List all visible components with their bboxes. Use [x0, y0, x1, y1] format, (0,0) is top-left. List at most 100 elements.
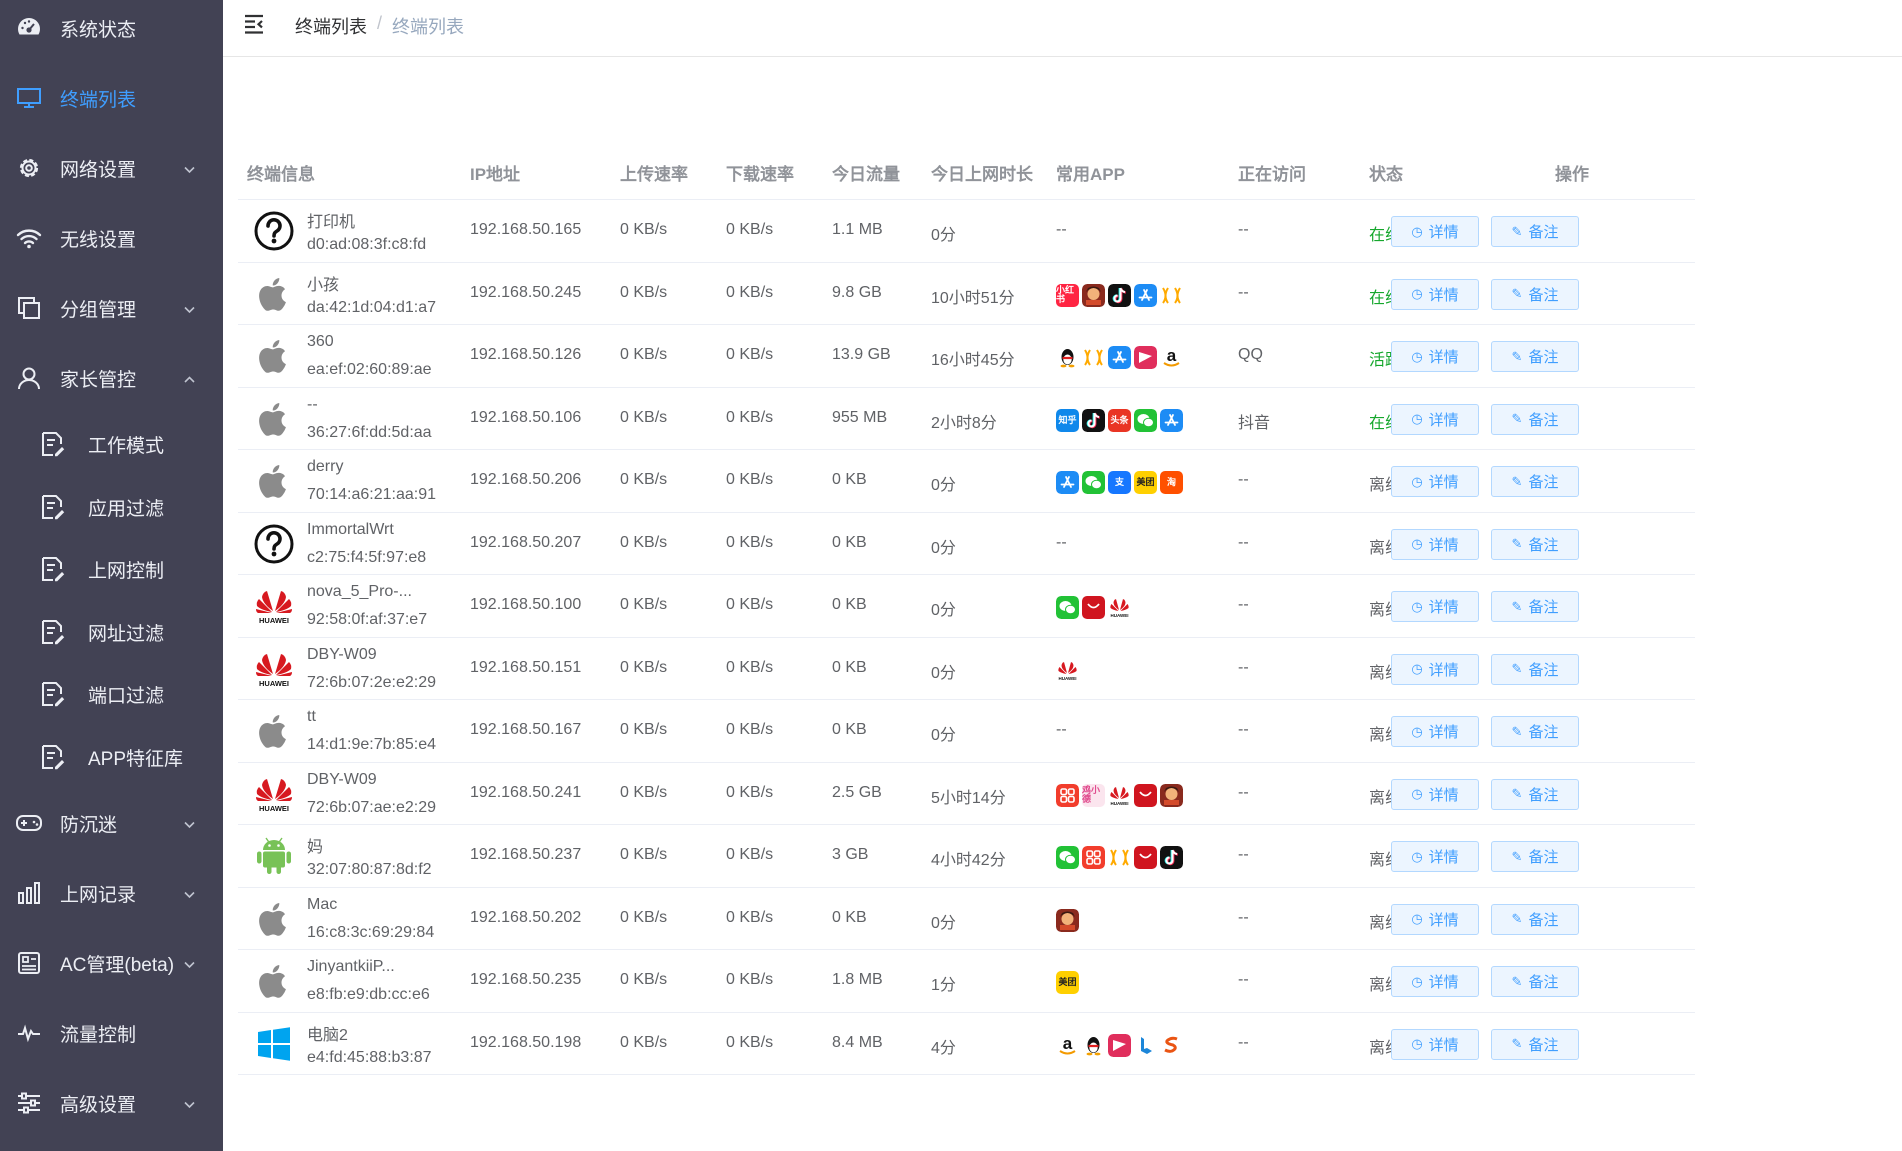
today-traffic: 9.8 GB: [832, 283, 882, 301]
clock-icon: ◷: [1411, 536, 1423, 551]
note-button-label: 备注: [1528, 724, 1559, 741]
sidebar-item-10[interactable]: 端口过滤: [0, 674, 223, 714]
detail-button-label: 详情: [1428, 724, 1459, 741]
svg-text:HUAWEI: HUAWEI: [259, 616, 289, 625]
sidebar-item-label: AC管理(beta): [60, 954, 175, 976]
note-button[interactable]: ✎ 备注: [1491, 591, 1579, 622]
kuaishou-icon: [1108, 846, 1131, 869]
detail-button[interactable]: ◷ 详情: [1391, 716, 1479, 747]
vmall-icon: [1082, 596, 1105, 619]
detail-button[interactable]: ◷ 详情: [1391, 653, 1479, 685]
table-row: ImmortalWrt c2:75:f4:5f:97:e8 192.168.50.2…: [238, 513, 1695, 575]
wechat-icon: [1082, 471, 1105, 494]
detail-button[interactable]: ◷ 详情: [1391, 903, 1479, 935]
note-button-label: 备注: [1528, 911, 1559, 929]
sidebar-item-15[interactable]: 流量控制: [0, 1013, 223, 1053]
note-button[interactable]: ✎ 备注: [1491, 403, 1579, 435]
col-visiting: 正在访问: [1238, 165, 1306, 184]
app-list: a: [1056, 346, 1183, 369]
edit-icon: ✎: [1511, 786, 1523, 801]
sidebar-item-12[interactable]: 防沉迷: [0, 803, 223, 843]
detail-button[interactable]: ◷ 详情: [1391, 591, 1479, 622]
detail-button[interactable]: ◷ 详情: [1391, 528, 1479, 560]
sidebar-item-label: 流量控制: [60, 1024, 137, 1046]
amazon-icon: a: [1160, 346, 1183, 369]
sidebar-item-13[interactable]: 上网记录: [0, 873, 223, 913]
clock-icon: ◷: [1411, 911, 1423, 926]
detail-button[interactable]: ◷ 详情: [1391, 841, 1479, 872]
note-button[interactable]: ✎ 备注: [1491, 716, 1579, 747]
appstore-icon: [1056, 471, 1079, 494]
document-edit-icon: [38, 679, 68, 709]
sidebar-item-9[interactable]: 网址过滤: [0, 612, 223, 652]
copy-icon: [14, 293, 44, 323]
visiting: --: [1238, 596, 1249, 613]
detail-button[interactable]: ◷ 详情: [1391, 778, 1479, 810]
breadcrumb-parent[interactable]: 终端列表: [295, 13, 367, 39]
detail-button-label: 详情: [1428, 536, 1459, 554]
detail-button-label: 详情: [1428, 286, 1459, 304]
note-button[interactable]: ✎ 备注: [1491, 1028, 1579, 1060]
note-button[interactable]: ✎ 备注: [1491, 778, 1579, 810]
clock-icon: ◷: [1411, 411, 1423, 426]
note-button[interactable]: ✎ 备注: [1491, 653, 1579, 685]
upload-rate: 0 KB/s: [620, 721, 668, 738]
today-traffic: 8.4 MB: [832, 1033, 883, 1051]
ip-address: 192.168.50.106: [470, 408, 582, 426]
app-list: 小红书: [1056, 283, 1183, 307]
note-button[interactable]: ✎ 备注: [1491, 341, 1579, 372]
ip-address: 192.168.50.198: [470, 1033, 582, 1051]
online-time: 0分: [931, 727, 956, 744]
ip-address: 192.168.50.100: [470, 596, 582, 613]
menu-fold-icon[interactable]: [243, 13, 267, 35]
detail-button[interactable]: ◷ 详情: [1391, 466, 1479, 497]
appstore-icon: [1108, 346, 1131, 369]
visiting: --: [1238, 846, 1249, 863]
taobao-icon: 淘: [1160, 471, 1183, 494]
user-icon: [14, 363, 44, 393]
app-list: 支美团淘: [1056, 471, 1183, 494]
note-button[interactable]: ✎ 备注: [1491, 903, 1579, 935]
sidebar-item-11[interactable]: APP特征库: [0, 737, 223, 777]
sidebar: 系统状态终端列表网络设置无线设置分组管理家长管控工作模式应用过滤上网控制网址过滤…: [0, 0, 223, 1151]
detail-button[interactable]: ◷ 详情: [1391, 278, 1479, 310]
note-button-label: 备注: [1528, 474, 1559, 491]
ip-address: 192.168.50.237: [470, 846, 582, 863]
detail-button[interactable]: ◷ 详情: [1391, 403, 1479, 435]
detail-button-label: 详情: [1428, 224, 1459, 241]
download-rate: 0 KB/s: [726, 408, 774, 426]
sidebar-item-2[interactable]: 网络设置: [0, 148, 223, 188]
detail-button[interactable]: ◷ 详情: [1391, 216, 1479, 247]
chevron-down-icon: [183, 1095, 196, 1109]
note-button[interactable]: ✎ 备注: [1491, 966, 1579, 997]
device-name: derry: [307, 458, 344, 475]
device-name: 打印机: [307, 214, 356, 231]
sidebar-item-14[interactable]: AC管理(beta): [0, 943, 223, 983]
note-button[interactable]: ✎ 备注: [1491, 216, 1579, 247]
sidebar-item-4[interactable]: 分组管理: [0, 288, 223, 328]
sidebar-item-16[interactable]: 高级设置: [0, 1083, 223, 1123]
sidebar-item-8[interactable]: 上网控制: [0, 549, 223, 589]
sidebar-item-0[interactable]: 系统状态: [0, 8, 223, 48]
sidebar-item-1[interactable]: 终端列表: [0, 78, 223, 118]
note-button[interactable]: ✎ 备注: [1491, 841, 1579, 872]
sidebar-item-6[interactable]: 工作模式: [0, 424, 223, 464]
device-name: DBY-W09: [307, 770, 377, 788]
xiaohongshu-icon: 小红书: [1056, 283, 1079, 307]
detail-button[interactable]: ◷ 详情: [1391, 966, 1479, 997]
detail-button[interactable]: ◷ 详情: [1391, 341, 1479, 372]
sidebar-item-3[interactable]: 无线设置: [0, 218, 223, 258]
online-time: 0分: [931, 227, 956, 244]
detail-button-label: 详情: [1428, 786, 1459, 804]
note-button[interactable]: ✎ 备注: [1491, 528, 1579, 560]
note-button[interactable]: ✎ 备注: [1491, 278, 1579, 310]
sidebar-item-5[interactable]: 家长管控: [0, 358, 223, 398]
detail-button[interactable]: ◷ 详情: [1391, 1028, 1479, 1060]
device-name: 妈: [307, 839, 324, 856]
clock-icon: ◷: [1411, 473, 1423, 489]
sidebar-item-7[interactable]: 应用过滤: [0, 487, 223, 527]
note-button-label: 备注: [1528, 786, 1559, 804]
table-row: 电脑2 e4:fd:45:88:b3:87 192.168.50.198 0 KB/s…: [238, 1013, 1695, 1075]
pinduoduo-icon: [1108, 1033, 1131, 1057]
note-button[interactable]: ✎ 备注: [1491, 466, 1579, 497]
